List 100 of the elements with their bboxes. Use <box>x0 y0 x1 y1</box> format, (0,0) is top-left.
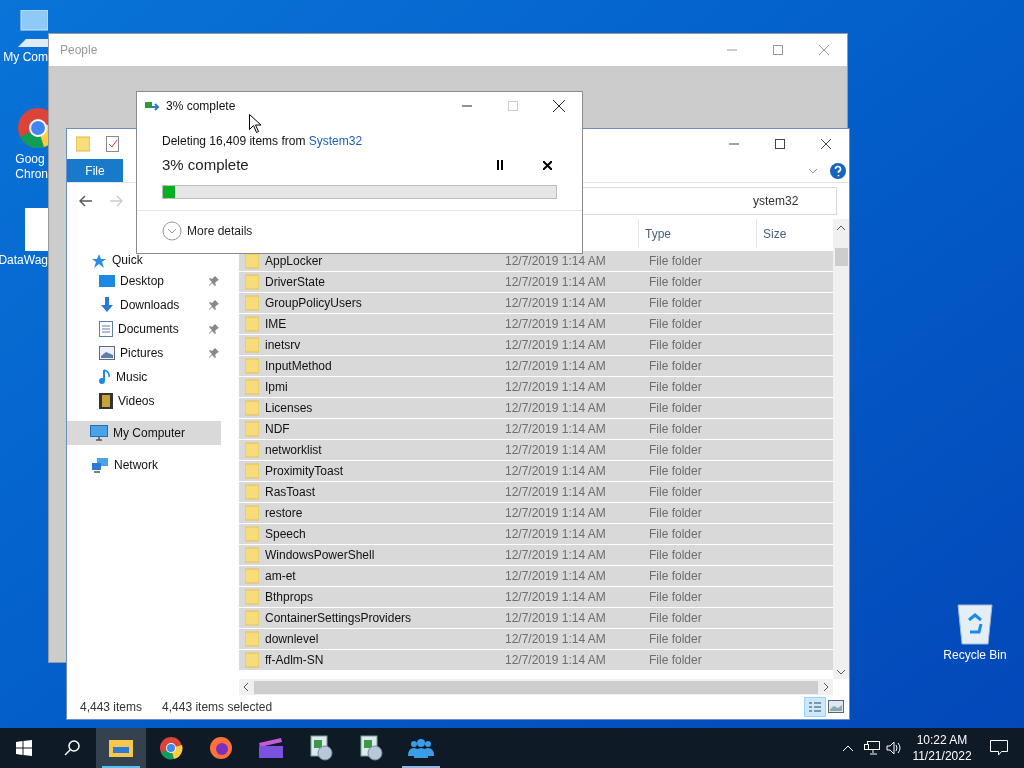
more-details-button[interactable]: More details <box>162 221 253 241</box>
file-row[interactable]: WindowsPowerShell 12/7/2019 1:14 AM File folder <box>239 545 833 566</box>
clock[interactable]: 10:22 AM 11/21/2022 <box>910 732 974 764</box>
chevron-down-icon[interactable] <box>808 167 818 174</box>
file-row[interactable]: inetsrv 12/7/2019 1:14 AM File folder <box>239 335 833 356</box>
folder-icon <box>245 253 259 269</box>
folder-icon <box>245 400 259 416</box>
maximize-icon <box>773 45 783 55</box>
file-type: File folder <box>649 295 703 312</box>
folder-icon <box>245 442 259 458</box>
large-icons-view-icon[interactable] <box>828 700 844 714</box>
file-row[interactable]: ff-Adlm-SN 12/7/2019 1:14 AM File folder <box>239 650 833 671</box>
star-icon <box>91 253 107 269</box>
cancel-icon[interactable] <box>543 160 552 170</box>
file-row[interactable]: Speech 12/7/2019 1:14 AM File folder <box>239 524 833 545</box>
file-type: File folder <box>649 253 703 270</box>
file-row[interactable]: InputMethod 12/7/2019 1:14 AM File folder <box>239 356 833 377</box>
file-type: File folder <box>649 547 703 564</box>
file-name: InputMethod <box>265 358 333 375</box>
file-row[interactable]: DriverState 12/7/2019 1:14 AM File folder <box>239 272 833 293</box>
file-row[interactable]: Ipmi 12/7/2019 1:14 AM File folder <box>239 377 833 398</box>
folder-icon <box>245 610 259 626</box>
source-link[interactable]: System32 <box>308 134 363 148</box>
file-row[interactable]: restore 12/7/2019 1:14 AM File folder <box>239 503 833 524</box>
folder-icon <box>245 547 259 563</box>
desktop-icon-label[interactable]: My Com <box>3 50 48 65</box>
folder-icon <box>245 358 259 374</box>
file-row[interactable]: ContainerSettingsProviders 12/7/2019 1:14 AM File folder <box>239 608 833 629</box>
file-row[interactable]: IME 12/7/2019 1:14 AM File folder <box>239 314 833 335</box>
column-header[interactable]: Size <box>763 224 787 243</box>
nav-item[interactable]: Network <box>67 453 221 477</box>
search-icon <box>64 740 80 756</box>
date-modified: 12/7/2019 1:14 AM <box>505 610 607 627</box>
progress-heading: 3% complete <box>162 155 250 175</box>
file-icon[interactable] <box>24 207 48 251</box>
nav-item[interactable]: Music <box>67 365 221 389</box>
scrollbar-thumb[interactable] <box>834 248 848 266</box>
file-row[interactable]: Licenses 12/7/2019 1:14 AM File folder <box>239 398 833 419</box>
properties-icon[interactable] <box>106 136 120 152</box>
desktop-icon-label[interactable]: DataWag <box>0 253 48 268</box>
notification-icon[interactable] <box>990 740 1008 756</box>
desktop-icon-label[interactable]: Chron <box>15 167 48 182</box>
file-type: File folder <box>649 421 703 438</box>
scroll-right-icon[interactable] <box>824 683 829 691</box>
chevron-circle-icon <box>162 221 182 241</box>
taskbar-button[interactable] <box>96 728 146 768</box>
file-row[interactable]: downlevel 12/7/2019 1:14 AM File folder <box>239 629 833 650</box>
desktop-icon-label[interactable]: Recycle Bin <box>943 648 1007 663</box>
folder-icon <box>245 295 259 311</box>
horizontal-scrollbar[interactable] <box>239 679 833 695</box>
download-arrow-icon <box>99 297 115 313</box>
file-name: am-et <box>265 568 297 585</box>
network-icon[interactable] <box>864 741 880 755</box>
computer-icon[interactable] <box>18 10 48 48</box>
picture-icon <box>99 346 115 360</box>
date-modified: 12/7/2019 1:14 AM <box>505 337 607 354</box>
file-name: networklist <box>265 442 323 459</box>
nav-item[interactable]: Downloads <box>67 293 221 317</box>
help-icon[interactable] <box>830 162 846 179</box>
ribbon-tab[interactable]: File <box>67 159 123 182</box>
scroll-down-icon[interactable] <box>837 670 845 675</box>
volume-icon[interactable] <box>886 741 902 755</box>
pin-icon[interactable] <box>209 276 219 286</box>
nav-item[interactable]: Documents <box>67 317 221 341</box>
installer-icon <box>359 735 383 761</box>
pin-icon[interactable] <box>209 348 219 358</box>
nav-item[interactable]: Desktop <box>67 269 221 293</box>
nav-item[interactable]: My Computer <box>67 421 221 445</box>
file-name: Speech <box>265 526 307 543</box>
scroll-left-icon[interactable] <box>243 683 248 691</box>
file-row[interactable]: RasToast 12/7/2019 1:14 AM File folder <box>239 482 833 503</box>
file-row[interactable]: Bthprops 12/7/2019 1:14 AM File folder <box>239 587 833 608</box>
pin-icon[interactable] <box>209 300 219 310</box>
monitor-icon <box>90 425 108 441</box>
desktop-icon-label[interactable]: Goog <box>15 152 45 167</box>
chevron-up-icon[interactable] <box>842 744 854 752</box>
file-row[interactable]: am-et 12/7/2019 1:14 AM File folder <box>239 566 833 587</box>
nav-item[interactable]: Videos <box>67 389 221 413</box>
scroll-up-icon[interactable] <box>837 225 845 230</box>
file-type: File folder <box>649 652 703 669</box>
vertical-scrollbar[interactable] <box>833 248 849 679</box>
file-row[interactable]: NDF 12/7/2019 1:14 AM File folder <box>239 419 833 440</box>
back-arrow-icon[interactable] <box>79 195 93 207</box>
date-modified: 12/7/2019 1:14 AM <box>505 274 607 291</box>
people-icon <box>408 738 434 758</box>
date-modified: 12/7/2019 1:14 AM <box>505 421 607 438</box>
file-type: File folder <box>649 442 703 459</box>
file-type: File folder <box>649 316 703 333</box>
file-row[interactable]: networklist 12/7/2019 1:14 AM File folder <box>239 440 833 461</box>
item-count: 4,443 items <box>80 699 143 716</box>
nav-item[interactable]: Pictures <box>67 341 221 365</box>
file-row[interactable]: ProximityToast 12/7/2019 1:14 AM File folder <box>239 461 833 482</box>
fox-browser-icon <box>209 736 233 760</box>
date-modified: 12/7/2019 1:14 AM <box>505 295 607 312</box>
pause-icon[interactable] <box>496 160 504 171</box>
recycle-bin-icon[interactable] <box>955 602 995 646</box>
file-row[interactable]: GroupPolicyUsers 12/7/2019 1:14 AM File folder <box>239 293 833 314</box>
pin-icon[interactable] <box>209 324 219 334</box>
column-header[interactable]: Type <box>645 224 671 243</box>
close-icon <box>819 45 829 55</box>
